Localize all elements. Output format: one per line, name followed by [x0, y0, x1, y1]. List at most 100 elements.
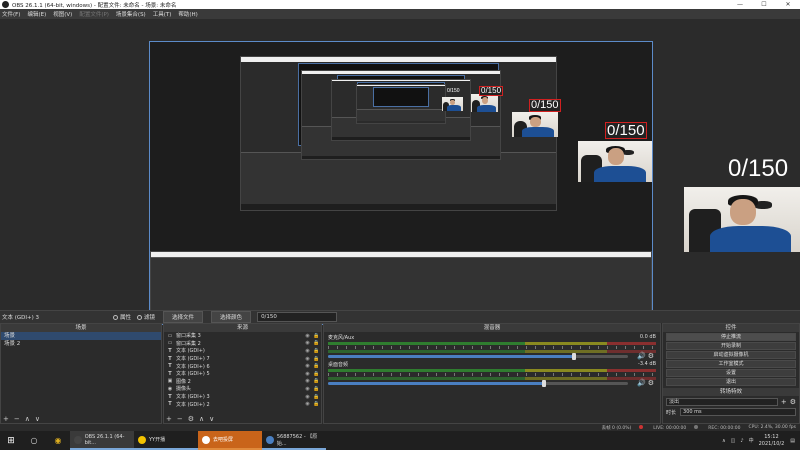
visibility-eye-icon[interactable]: ◉	[303, 356, 312, 362]
lock-icon[interactable]: 🔒	[312, 386, 321, 392]
visibility-eye-icon[interactable]: ◉	[303, 394, 312, 400]
maximize-icon[interactable]: ☐	[752, 1, 776, 8]
lock-icon[interactable]: 🔒	[312, 363, 321, 369]
select-color-button[interactable]: 选择颜色	[211, 311, 252, 323]
add-transition-icon[interactable]: +	[781, 398, 787, 406]
source-settings-icon[interactable]: ⚙	[188, 415, 194, 423]
preview-canvas[interactable]	[149, 41, 653, 325]
transition-select[interactable]: 淡出	[666, 398, 778, 406]
fader-knob[interactable]	[572, 353, 576, 360]
control-button[interactable]: 退出	[666, 378, 796, 386]
scene-item[interactable]: 场景 2	[1, 340, 161, 348]
visibility-eye-icon[interactable]: ◉	[303, 378, 312, 384]
visibility-eye-icon[interactable]: ◉	[303, 386, 312, 392]
transition-settings-icon[interactable]: ⚙	[790, 398, 796, 406]
fader-knob[interactable]	[542, 380, 546, 387]
clock[interactable]: 15:12 2021/10/2	[759, 434, 785, 448]
control-button[interactable]: 工作室模式	[666, 360, 796, 368]
image-icon: ▣	[167, 378, 173, 385]
webcam-feed-large	[684, 187, 800, 252]
windows-start-icon[interactable]: ⊞	[0, 431, 22, 450]
taskbar-task[interactable]: OBS 26.1.1 (64-bit...	[70, 431, 134, 450]
visibility-eye-icon[interactable]: ◉	[303, 340, 312, 346]
lock-icon[interactable]: 🔒	[312, 333, 321, 339]
menu-item[interactable]: 视图(V)	[53, 10, 72, 18]
mixer-dock: 混音器 麦克风/Aux 0.0 dB 🔊 ⚙ 桌面音频 -3.4 dB 🔊 ⚙	[323, 323, 661, 424]
source-item[interactable]: T 文本 (GDI+) 6 ◉ 🔒	[164, 362, 321, 370]
meter-ticks	[328, 373, 656, 376]
control-button[interactable]: 开始录制	[666, 342, 796, 350]
menu-item[interactable]: 文件(F)	[2, 10, 20, 18]
visibility-eye-icon[interactable]: ◉	[303, 371, 312, 377]
gear-icon[interactable]: ⚙	[648, 379, 654, 387]
chrome-icon[interactable]: ◉	[46, 431, 70, 450]
menu-item[interactable]: 编辑(E)	[27, 10, 46, 18]
volume-icon[interactable]: ♪	[740, 438, 743, 444]
search-icon[interactable]: ○	[22, 431, 46, 450]
taskbar-task[interactable]: YY开播	[134, 431, 198, 450]
duration-input[interactable]: 300 ms	[680, 408, 796, 416]
source-item[interactable]: T 文本 (GDI+) ◉ 🔒	[164, 347, 321, 355]
source-item[interactable]: T 文本 (GDI+) 3 ◉ 🔒	[164, 393, 321, 401]
lock-icon[interactable]: 🔒	[312, 340, 321, 346]
taskbar-task[interactable]: 去吧投屏	[198, 431, 262, 450]
source-item[interactable]: ◉ 摄像头 ◉ 🔒	[164, 385, 321, 393]
add-source-icon[interactable]: +	[166, 415, 172, 423]
visibility-eye-icon[interactable]: ◉	[303, 333, 312, 339]
source-toolbar: 文本 (GDI+) 3 属性 滤镜 选择文件 选择颜色 0/150	[0, 310, 800, 323]
source-item[interactable]: ▭ 窗口采集 3 ◉ 🔒	[164, 332, 321, 340]
filters-button[interactable]: 滤镜	[137, 313, 155, 321]
mixer-channels: 麦克风/Aux 0.0 dB 🔊 ⚙ 桌面音频 -3.4 dB 🔊 ⚙	[324, 332, 660, 387]
lock-icon[interactable]: 🔒	[312, 356, 321, 362]
source-item[interactable]: ▣ 图像 2 ◉ 🔒	[164, 378, 321, 386]
text-value-input[interactable]: 0/150	[257, 312, 338, 322]
visibility-eye-icon[interactable]: ◉	[303, 348, 312, 354]
scene-item[interactable]: 场景	[1, 332, 161, 340]
move-down-icon[interactable]: ∨	[35, 415, 40, 423]
add-scene-icon[interactable]: +	[3, 415, 9, 423]
menu-item[interactable]: 工具(T)	[153, 10, 172, 18]
move-up-icon[interactable]: ∧	[199, 415, 204, 423]
notification-icon[interactable]: ▤	[790, 438, 795, 444]
lock-icon[interactable]: 🔒	[312, 348, 321, 354]
source-item[interactable]: T 文本 (GDI+) 7 ◉ 🔒	[164, 355, 321, 363]
lock-icon[interactable]: 🔒	[312, 378, 321, 384]
text-icon: T	[168, 401, 172, 408]
speaker-icon[interactable]: 🔊	[637, 379, 646, 387]
control-button[interactable]: 停止推流	[666, 333, 796, 341]
taskbar-task[interactable]: 56887562 - 【原始...	[262, 431, 326, 450]
menu-item[interactable]: 场景集合(S)	[116, 10, 146, 18]
source-item[interactable]: T 文本 (GDI+) 2 ◉ 🔒	[164, 400, 321, 408]
volume-fader[interactable]: 🔊 ⚙	[328, 352, 654, 360]
mixer-header: 混音器	[324, 324, 660, 332]
move-down-icon[interactable]: ∨	[209, 415, 214, 423]
move-up-icon[interactable]: ∧	[25, 415, 30, 423]
select-file-button[interactable]: 选择文件	[163, 311, 204, 323]
menu-item[interactable]: 配置文件(P)	[79, 10, 109, 18]
preview-area[interactable]: 0/150 0/150 0/150 0/150 0/150	[0, 19, 800, 325]
lock-icon[interactable]: 🔒	[312, 401, 321, 407]
control-button[interactable]: 启动虚拟摄像机	[666, 351, 796, 359]
visibility-eye-icon[interactable]: ◉	[303, 363, 312, 369]
tray-chevron-icon[interactable]: ∧	[722, 438, 726, 444]
gear-icon[interactable]: ⚙	[648, 352, 654, 360]
remove-scene-icon[interactable]: −	[14, 415, 20, 423]
properties-button[interactable]: 属性	[113, 313, 131, 321]
scenes-dock: 场景 场景 场景 2 + − ∧ ∨	[0, 323, 162, 424]
input-method-icon[interactable]: 中	[749, 437, 754, 444]
remove-source-icon[interactable]: −	[177, 415, 183, 423]
control-button[interactable]: 设置	[666, 369, 796, 377]
menu-item[interactable]: 帮助(H)	[178, 10, 197, 18]
visibility-eye-icon[interactable]: ◉	[303, 401, 312, 407]
speaker-icon[interactable]: 🔊	[637, 352, 646, 360]
source-item[interactable]: ▭ 窗口采集 2 ◉ 🔒	[164, 340, 321, 348]
close-icon[interactable]: ✕	[776, 1, 800, 8]
selected-source-label: 文本 (GDI+) 3	[2, 315, 40, 321]
source-item[interactable]: T 文本 (GDI+) 5 ◉ 🔒	[164, 370, 321, 378]
lock-icon[interactable]: 🔒	[312, 371, 321, 377]
clock-time: 15:12	[764, 433, 779, 440]
network-icon[interactable]: ◫	[731, 438, 736, 444]
volume-fader[interactable]: 🔊 ⚙	[328, 379, 654, 387]
minimize-icon[interactable]: —	[728, 1, 752, 8]
lock-icon[interactable]: 🔒	[312, 394, 321, 400]
